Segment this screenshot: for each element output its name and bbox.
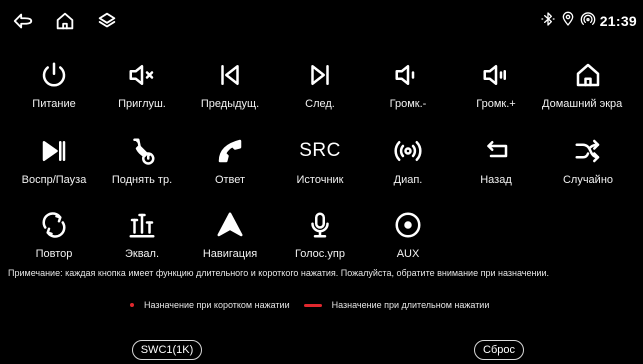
status-indicators: 21:39 <box>540 10 637 32</box>
return-button[interactable]: Назад <box>456 132 536 192</box>
long-press-bar-icon <box>303 303 322 307</box>
bluetooth-icon <box>540 11 556 32</box>
equalizer-button[interactable]: Эквал. <box>102 206 182 266</box>
next-track-button[interactable]: След. <box>280 56 360 116</box>
legend-long-label: Назначение при длительном нажатии <box>331 300 490 310</box>
home-screen-icon <box>571 58 605 92</box>
band-button[interactable]: Диап. <box>368 132 448 192</box>
button-label: Поднять тр. <box>111 174 173 186</box>
clock: 21:39 <box>599 13 637 29</box>
band-icon <box>391 134 425 168</box>
prev-track-button[interactable]: Предыдущ. <box>190 56 270 116</box>
volume-down-button[interactable]: Громк.- <box>368 56 448 116</box>
next-track-icon <box>303 58 337 92</box>
layers-icon[interactable] <box>94 8 120 34</box>
button-label: Домашний экра <box>542 98 623 110</box>
aux-button[interactable]: AUX <box>368 206 448 266</box>
answer-phone-icon <box>213 134 247 168</box>
back-icon[interactable] <box>10 8 36 34</box>
legend: Назначение при коротком нажатии Назначен… <box>130 298 489 312</box>
button-label: Назад <box>480 174 512 186</box>
voice-button[interactable]: Голос.упр <box>280 206 360 266</box>
legend-short-label: Назначение при коротком нажатии <box>144 300 290 310</box>
volume-up-icon <box>479 58 513 92</box>
answer-phone-button[interactable]: Ответ <box>190 132 270 192</box>
reset-button[interactable]: Сброс <box>474 340 524 360</box>
source-button[interactable]: SRC Источник <box>280 132 360 192</box>
button-label: Громк.+ <box>476 98 516 110</box>
power-icon <box>37 58 71 92</box>
button-label: Ответ <box>214 174 246 186</box>
hotspot-icon <box>580 11 596 32</box>
button-label: Эквал. <box>124 248 160 260</box>
button-label: Предыдущ. <box>200 98 260 110</box>
location-icon <box>560 11 576 32</box>
source-icon: SRC <box>299 134 340 168</box>
button-label: Диап. <box>393 174 423 186</box>
volume-down-icon <box>391 58 425 92</box>
pickup-phone-icon <box>125 134 159 168</box>
button-label: Громк.- <box>389 98 427 110</box>
volume-up-button[interactable]: Громк.+ <box>456 56 536 116</box>
status-bar: 21:39 <box>0 0 643 40</box>
swc-select-button[interactable]: SWC1(1K) <box>132 340 202 360</box>
navigation-button[interactable]: Навигация <box>190 206 270 266</box>
play-pause-button[interactable]: Воспр/Пауза <box>14 132 94 192</box>
shuffle-icon <box>571 134 605 168</box>
shuffle-button[interactable]: Случайно <box>548 132 628 192</box>
home-icon[interactable] <box>52 8 78 34</box>
button-label: Воспр/Пауза <box>21 174 87 186</box>
button-label: AUX <box>396 248 420 260</box>
mute-icon <box>125 58 159 92</box>
aux-icon <box>391 208 425 242</box>
short-press-dot-icon <box>130 303 134 307</box>
return-icon <box>479 134 513 168</box>
assignment-note: Примечание: каждая кнопка имеет функцию … <box>8 268 549 278</box>
button-label: Голос.упр <box>295 248 345 260</box>
play-pause-icon <box>37 134 71 168</box>
button-label: Источник <box>296 174 344 186</box>
mute-button[interactable]: Приглуш. <box>102 56 182 116</box>
button-label: Случайно <box>562 174 614 186</box>
voice-icon <box>303 208 337 242</box>
pickup-phone-button[interactable]: Поднять тр. <box>102 132 182 192</box>
home-screen-button[interactable]: Домашний экра <box>542 56 628 116</box>
source-icon-text: SRC <box>299 140 341 161</box>
button-label: Навигация <box>202 248 258 260</box>
power-button[interactable]: Питание <box>14 56 94 116</box>
equalizer-icon <box>125 208 159 242</box>
repeat-icon <box>37 208 71 242</box>
button-label: След. <box>305 98 335 110</box>
prev-track-icon <box>213 58 247 92</box>
navigation-icon <box>213 208 247 242</box>
button-label: Питание <box>32 98 76 110</box>
button-label: Приглуш. <box>118 98 166 110</box>
repeat-button[interactable]: Повтор <box>14 206 94 266</box>
button-label: Повтор <box>35 248 73 260</box>
